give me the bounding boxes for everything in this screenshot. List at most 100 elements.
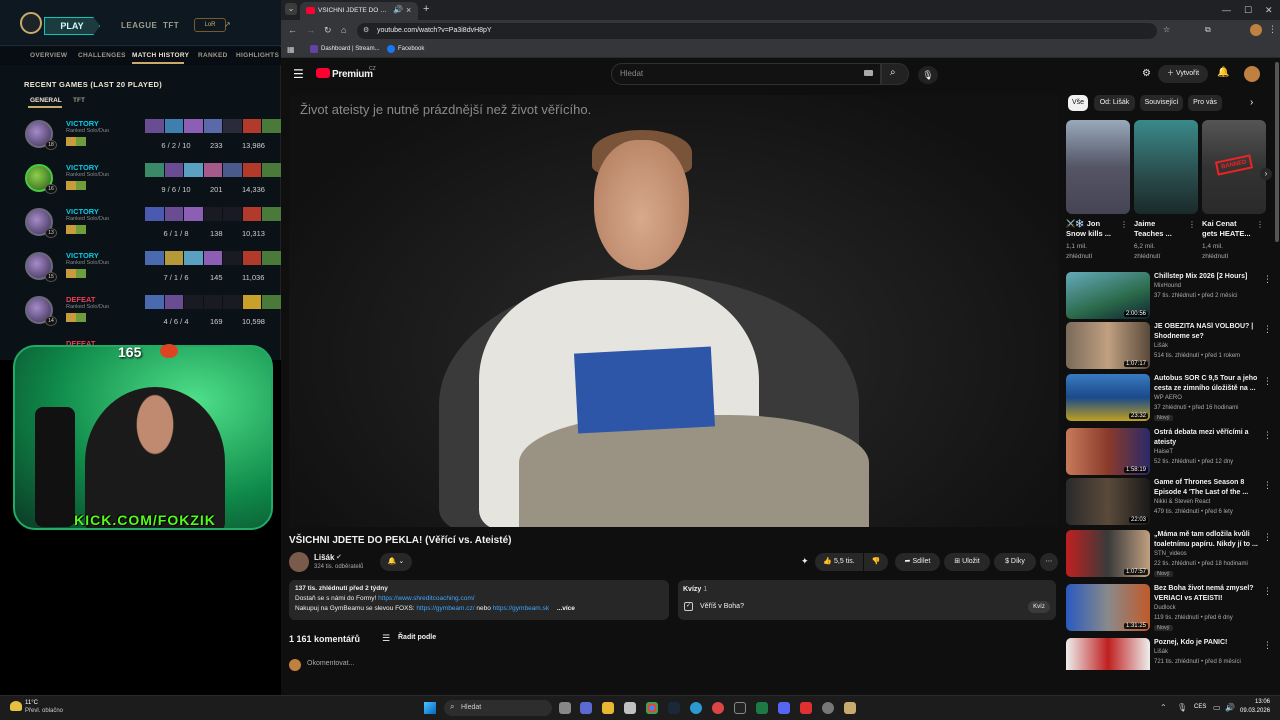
- video-player[interactable]: Život ateisty je nutně prázdnější než ži…: [289, 95, 1059, 527]
- extensions-icon[interactable]: ⧉: [1205, 25, 1211, 35]
- profile-avatar[interactable]: [1250, 24, 1262, 36]
- settings-icon[interactable]: [822, 702, 834, 714]
- game-row[interactable]: 14 DEFEAT Ranked Solo/Duo 4 / 6 / 4 169 …: [0, 292, 282, 336]
- sort-icon[interactable]: ☰: [382, 633, 390, 644]
- forward-icon[interactable]: →: [306, 25, 315, 35]
- tab-match-history[interactable]: MATCH HISTORY: [132, 52, 189, 59]
- keyboard-icon[interactable]: [864, 70, 873, 76]
- game-row[interactable]: 15 VICTORY Ranked Solo/Duo 7 / 1 / 6 145…: [0, 248, 282, 292]
- chip-from-channel[interactable]: Od: Lišák: [1094, 95, 1135, 111]
- mic-icon[interactable]: 🎙: [918, 66, 938, 84]
- thanks-button[interactable]: $ Díky: [994, 553, 1036, 571]
- excel-icon[interactable]: [756, 702, 768, 714]
- game-row[interactable]: 18 VICTORY Ranked Solo/Duo 6 / 2 / 10 23…: [0, 116, 282, 160]
- weather-icon[interactable]: [10, 701, 22, 711]
- desc-link[interactable]: https://gymbeam.cz/: [416, 605, 474, 612]
- menu-icon[interactable]: ⋮: [1268, 24, 1277, 35]
- short-title[interactable]: Jaime Teaches ...: [1134, 219, 1186, 239]
- maximize-icon[interactable]: ☐: [1244, 5, 1252, 16]
- description-box[interactable]: 137 tis. zhlédnutí před 2 týdny Dostaň s…: [289, 580, 669, 620]
- rec-video[interactable]: 22:03 Game of Thrones Season 8 Episode 4…: [1066, 478, 1276, 528]
- search-button[interactable]: ⌕: [881, 63, 909, 85]
- rec-menu-icon[interactable]: ⋮: [1263, 586, 1272, 597]
- chrome-icon[interactable]: [646, 702, 658, 714]
- tab-highlights[interactable]: HIGHLIGHTS: [236, 52, 279, 59]
- rec-menu-icon[interactable]: ⋮: [1263, 274, 1272, 285]
- search-input[interactable]: Hledat: [611, 63, 881, 85]
- rec-video[interactable]: 1:31:25 Bez Boha život nemá zmysel? VERI…: [1066, 584, 1276, 634]
- tab-close-icon[interactable]: ×: [406, 5, 411, 15]
- dislike-button[interactable]: 👎: [864, 553, 888, 571]
- steam-icon[interactable]: [668, 702, 680, 714]
- share-button[interactable]: ➦ Sdílet: [895, 553, 940, 571]
- short-menu-icon[interactable]: ⋮: [1120, 220, 1128, 229]
- url-text[interactable]: youtube.com/watch?v=Pa3i8dvH8pY: [377, 27, 492, 34]
- desc-link[interactable]: https://www.shreditcoaching.com/: [378, 595, 474, 602]
- weather-temp[interactable]: 11°C: [25, 700, 38, 706]
- game-row[interactable]: 16 VICTORY Ranked Solo/Duo 9 / 6 / 10 20…: [0, 160, 282, 204]
- tab-overview[interactable]: OVERVIEW: [30, 52, 67, 59]
- rec-menu-icon[interactable]: ⋮: [1263, 532, 1272, 543]
- rec-menu-icon[interactable]: ⋮: [1263, 640, 1272, 651]
- lol-logo-icon[interactable]: [20, 12, 42, 34]
- taskbar-search[interactable]: ⌕ Hledat: [444, 700, 552, 716]
- lor-badge[interactable]: LoR: [194, 18, 226, 32]
- quiz-button[interactable]: Kvíz: [1028, 601, 1050, 613]
- bookmark-facebook[interactable]: Facebook: [398, 46, 424, 52]
- league-icon[interactable]: [844, 702, 856, 714]
- store-icon[interactable]: [624, 702, 636, 714]
- description-more[interactable]: ...více: [557, 605, 575, 612]
- app-icon[interactable]: [734, 702, 746, 714]
- back-icon[interactable]: ←: [288, 25, 297, 35]
- sparkle-icon[interactable]: ✦: [801, 556, 809, 567]
- weather-desc[interactable]: Převl. oblačno: [25, 708, 63, 714]
- rec-video[interactable]: 23:32 Autobus SOR C 9,5 Tour a jeho cest…: [1066, 374, 1276, 424]
- short-title[interactable]: Kai Cenat gets HEATE...: [1202, 219, 1254, 239]
- rec-menu-icon[interactable]: ⋮: [1263, 430, 1272, 441]
- tab-ranked[interactable]: RANKED: [198, 52, 228, 59]
- chip-all[interactable]: Vše: [1068, 95, 1088, 111]
- chip-related[interactable]: Související: [1140, 95, 1183, 111]
- channel-avatar[interactable]: [289, 552, 309, 572]
- app-icon[interactable]: [800, 702, 812, 714]
- reload-icon[interactable]: ↻: [324, 25, 332, 36]
- url-box[interactable]: ⚙ youtube.com/watch?v=Pa3i8dvH8pY ☆: [357, 23, 1170, 39]
- create-button[interactable]: ＋ Vytvořit: [1158, 65, 1208, 83]
- rec-menu-icon[interactable]: ⋮: [1263, 324, 1272, 335]
- clock-date[interactable]: 09.03.2026: [1240, 708, 1270, 714]
- play-button[interactable]: PLAY: [44, 17, 100, 35]
- edge-icon[interactable]: [690, 702, 702, 714]
- site-info-icon[interactable]: ⚙: [363, 26, 369, 34]
- notifications-icon[interactable]: 🔔: [1217, 67, 1229, 78]
- tab-audio-icon[interactable]: 🔊: [393, 5, 403, 14]
- cast-icon[interactable]: ⚙: [1142, 68, 1151, 79]
- desc-link[interactable]: https://gymbeam.sk: [493, 605, 549, 612]
- rec-menu-icon[interactable]: ⋮: [1263, 480, 1272, 491]
- task-view-icon[interactable]: [559, 702, 571, 714]
- rec-video[interactable]: 1:58:19 Ostrá debata mezi věřícími a ate…: [1066, 428, 1276, 478]
- page-scrollbar[interactable]: [1275, 62, 1279, 242]
- youtube-logo-icon[interactable]: [316, 68, 330, 78]
- chips-next-icon[interactable]: ›: [1250, 97, 1253, 108]
- game-row[interactable]: 13 VICTORY Ranked Solo/Duo 6 / 1 / 8 138…: [0, 204, 282, 248]
- tab-challenges[interactable]: CHALLENGES: [78, 52, 126, 59]
- subscribed-bell-button[interactable]: 🔔 ⌄: [380, 553, 412, 571]
- start-icon[interactable]: [424, 702, 436, 714]
- hamburger-icon[interactable]: ☰: [293, 67, 304, 81]
- tab-search-icon[interactable]: ⌄: [285, 3, 297, 15]
- minimize-icon[interactable]: —: [1222, 5, 1231, 15]
- like-button[interactable]: 👍 5,5 tis.: [815, 553, 863, 571]
- rec-video[interactable]: 2:00:56 Chillstep Mix 2026 [2 Hours] Mix…: [1066, 272, 1276, 322]
- short-title[interactable]: ⚔️❄️ Jon Snow kills ...: [1066, 219, 1118, 239]
- channel-name[interactable]: Lišák: [314, 553, 334, 562]
- chip-for-you[interactable]: Pro vás: [1188, 95, 1222, 111]
- save-button[interactable]: ⊞ Uložit: [944, 553, 990, 571]
- tray-chevron-icon[interactable]: ⌃: [1160, 703, 1167, 712]
- mic-tray-icon[interactable]: 🎙: [1177, 703, 1187, 712]
- apps-icon[interactable]: ▦: [287, 45, 295, 54]
- file-explorer-icon[interactable]: [602, 702, 614, 714]
- browser-tab[interactable]: VŠICHNI JDETE DO PEKLA! 🔊 ×: [300, 2, 418, 20]
- subtab-general[interactable]: GENERAL: [30, 97, 62, 104]
- rec-menu-icon[interactable]: ⋮: [1263, 376, 1272, 387]
- clock-time[interactable]: 13:06: [1248, 699, 1270, 705]
